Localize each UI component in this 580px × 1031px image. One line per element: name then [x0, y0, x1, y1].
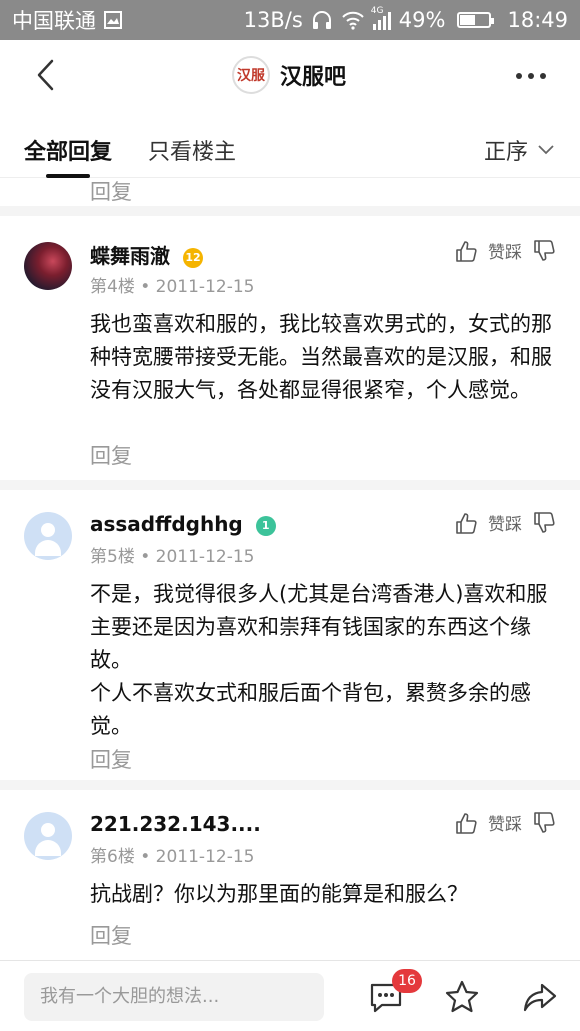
- forum-logo: 汉服: [232, 56, 270, 94]
- forum-name: 汉服吧: [280, 65, 347, 90]
- star-icon[interactable]: [444, 979, 480, 1015]
- chevron-left-icon[interactable]: [30, 58, 64, 92]
- thumbs-up-icon[interactable]: [454, 239, 478, 263]
- avatar[interactable]: [24, 512, 72, 560]
- vote-actions: 赞踩: [454, 810, 556, 835]
- post-divider: [0, 480, 580, 490]
- reply-link[interactable]: 回复: [90, 440, 132, 470]
- tab-all-replies[interactable]: 全部回复: [24, 134, 112, 166]
- post-meta: 第6楼 • 2011-12-15: [90, 847, 255, 867]
- signal-icon: 4G: [371, 6, 391, 30]
- carrier-label: 中国联通: [12, 9, 96, 33]
- sort-label: 正序: [483, 140, 528, 165]
- nav-bar: 汉服 汉服吧: [0, 40, 580, 112]
- share-icon[interactable]: [522, 979, 558, 1015]
- post-body: 抗战剧？你以为那里面的能算是和服么？: [90, 882, 468, 906]
- status-bar: 中国联通 13B/s 4G 49% 18:49: [0, 0, 580, 40]
- post-date: 2011-12-15: [155, 277, 255, 297]
- floor-number: 第6楼: [90, 847, 135, 867]
- post-meta: 第5楼 • 2011-12-15: [90, 547, 255, 567]
- battery-icon: [457, 12, 495, 28]
- reply-link[interactable]: 回复: [90, 744, 132, 774]
- battery-fill: [460, 15, 476, 25]
- reply-filter-tabs: 全部回复 只看楼主 正序: [0, 112, 580, 178]
- clock: 18:49: [507, 8, 568, 32]
- thumbs-up-icon[interactable]: [454, 811, 478, 835]
- post-body-line: 不是，我觉得很多人(尤其是台湾香港人)喜欢和服主要还是因为喜欢和崇拜有钱国家的东…: [90, 582, 548, 672]
- sort-dropdown[interactable]: 正序: [484, 134, 554, 166]
- post-divider: [0, 780, 580, 790]
- post-body: 不是，我觉得很多人(尤其是台湾香港人)喜欢和服主要还是因为喜欢和崇拜有钱国家的东…: [90, 578, 560, 743]
- reply-link[interactable]: 回复: [90, 178, 132, 206]
- username-text: 蝶舞雨澈: [90, 244, 170, 268]
- tab-op-only[interactable]: 只看楼主: [148, 134, 236, 166]
- post-date: 2011-12-15: [155, 547, 255, 567]
- post-divider: [0, 206, 580, 216]
- level-badge: 1: [255, 516, 276, 536]
- post-meta: 第4楼 • 2011-12-15: [90, 277, 255, 297]
- username-text: assadffdghhg: [90, 512, 243, 536]
- username[interactable]: assadffdghhg 1: [90, 512, 276, 536]
- comment-count-badge: 16: [392, 969, 422, 993]
- vote-label: 赞踩: [488, 815, 522, 835]
- forum-header[interactable]: 汉服 汉服吧: [232, 56, 346, 94]
- comment-input[interactable]: 我有一个大胆的想法...: [24, 973, 324, 1021]
- network-speed: 13B/s: [243, 8, 303, 32]
- username[interactable]: 蝶舞雨澈 12: [90, 240, 203, 269]
- headphones-icon: [312, 11, 331, 29]
- post-body-line: 个人不喜欢女式和服后面个背包，累赘多余的感觉。: [90, 681, 531, 738]
- more-dots-icon[interactable]: [516, 66, 550, 86]
- floor-number: 第5楼: [90, 547, 135, 567]
- vote-label: 赞踩: [488, 243, 522, 263]
- avatar[interactable]: [24, 812, 72, 860]
- vote-actions: 赞踩: [454, 238, 556, 263]
- chevron-down-icon: [538, 145, 554, 155]
- vote-actions: 赞踩: [454, 510, 556, 535]
- reply-list: 回复 蝶舞雨澈 12 第4楼 • 2011-12-15 赞踩 我也蛮喜欢和服的，…: [0, 178, 580, 960]
- reply-link[interactable]: 回复: [90, 920, 132, 950]
- battery-percent: 49%: [398, 8, 446, 32]
- vote-label: 赞踩: [488, 515, 522, 535]
- floor-number: 第4楼: [90, 277, 135, 297]
- thumbs-down-icon[interactable]: [532, 511, 556, 535]
- avatar[interactable]: [24, 242, 72, 290]
- post-date: 2011-12-15: [155, 847, 255, 867]
- thumbs-down-icon[interactable]: [532, 811, 556, 835]
- post-body: 我也蛮喜欢和服的，我比较喜欢男式的，女式的那种特宽腰带接受无能。当然最喜欢的是汉…: [90, 312, 552, 402]
- level-badge: 12: [182, 248, 203, 268]
- wifi-icon: [342, 11, 364, 30]
- bottom-action-bar: 我有一个大胆的想法... 16: [0, 960, 580, 1031]
- network-type: 4G: [370, 6, 384, 16]
- image-icon: [104, 11, 122, 29]
- username[interactable]: 221.232.143....: [90, 812, 261, 836]
- thumbs-up-icon[interactable]: [454, 511, 478, 535]
- thumbs-down-icon[interactable]: [532, 239, 556, 263]
